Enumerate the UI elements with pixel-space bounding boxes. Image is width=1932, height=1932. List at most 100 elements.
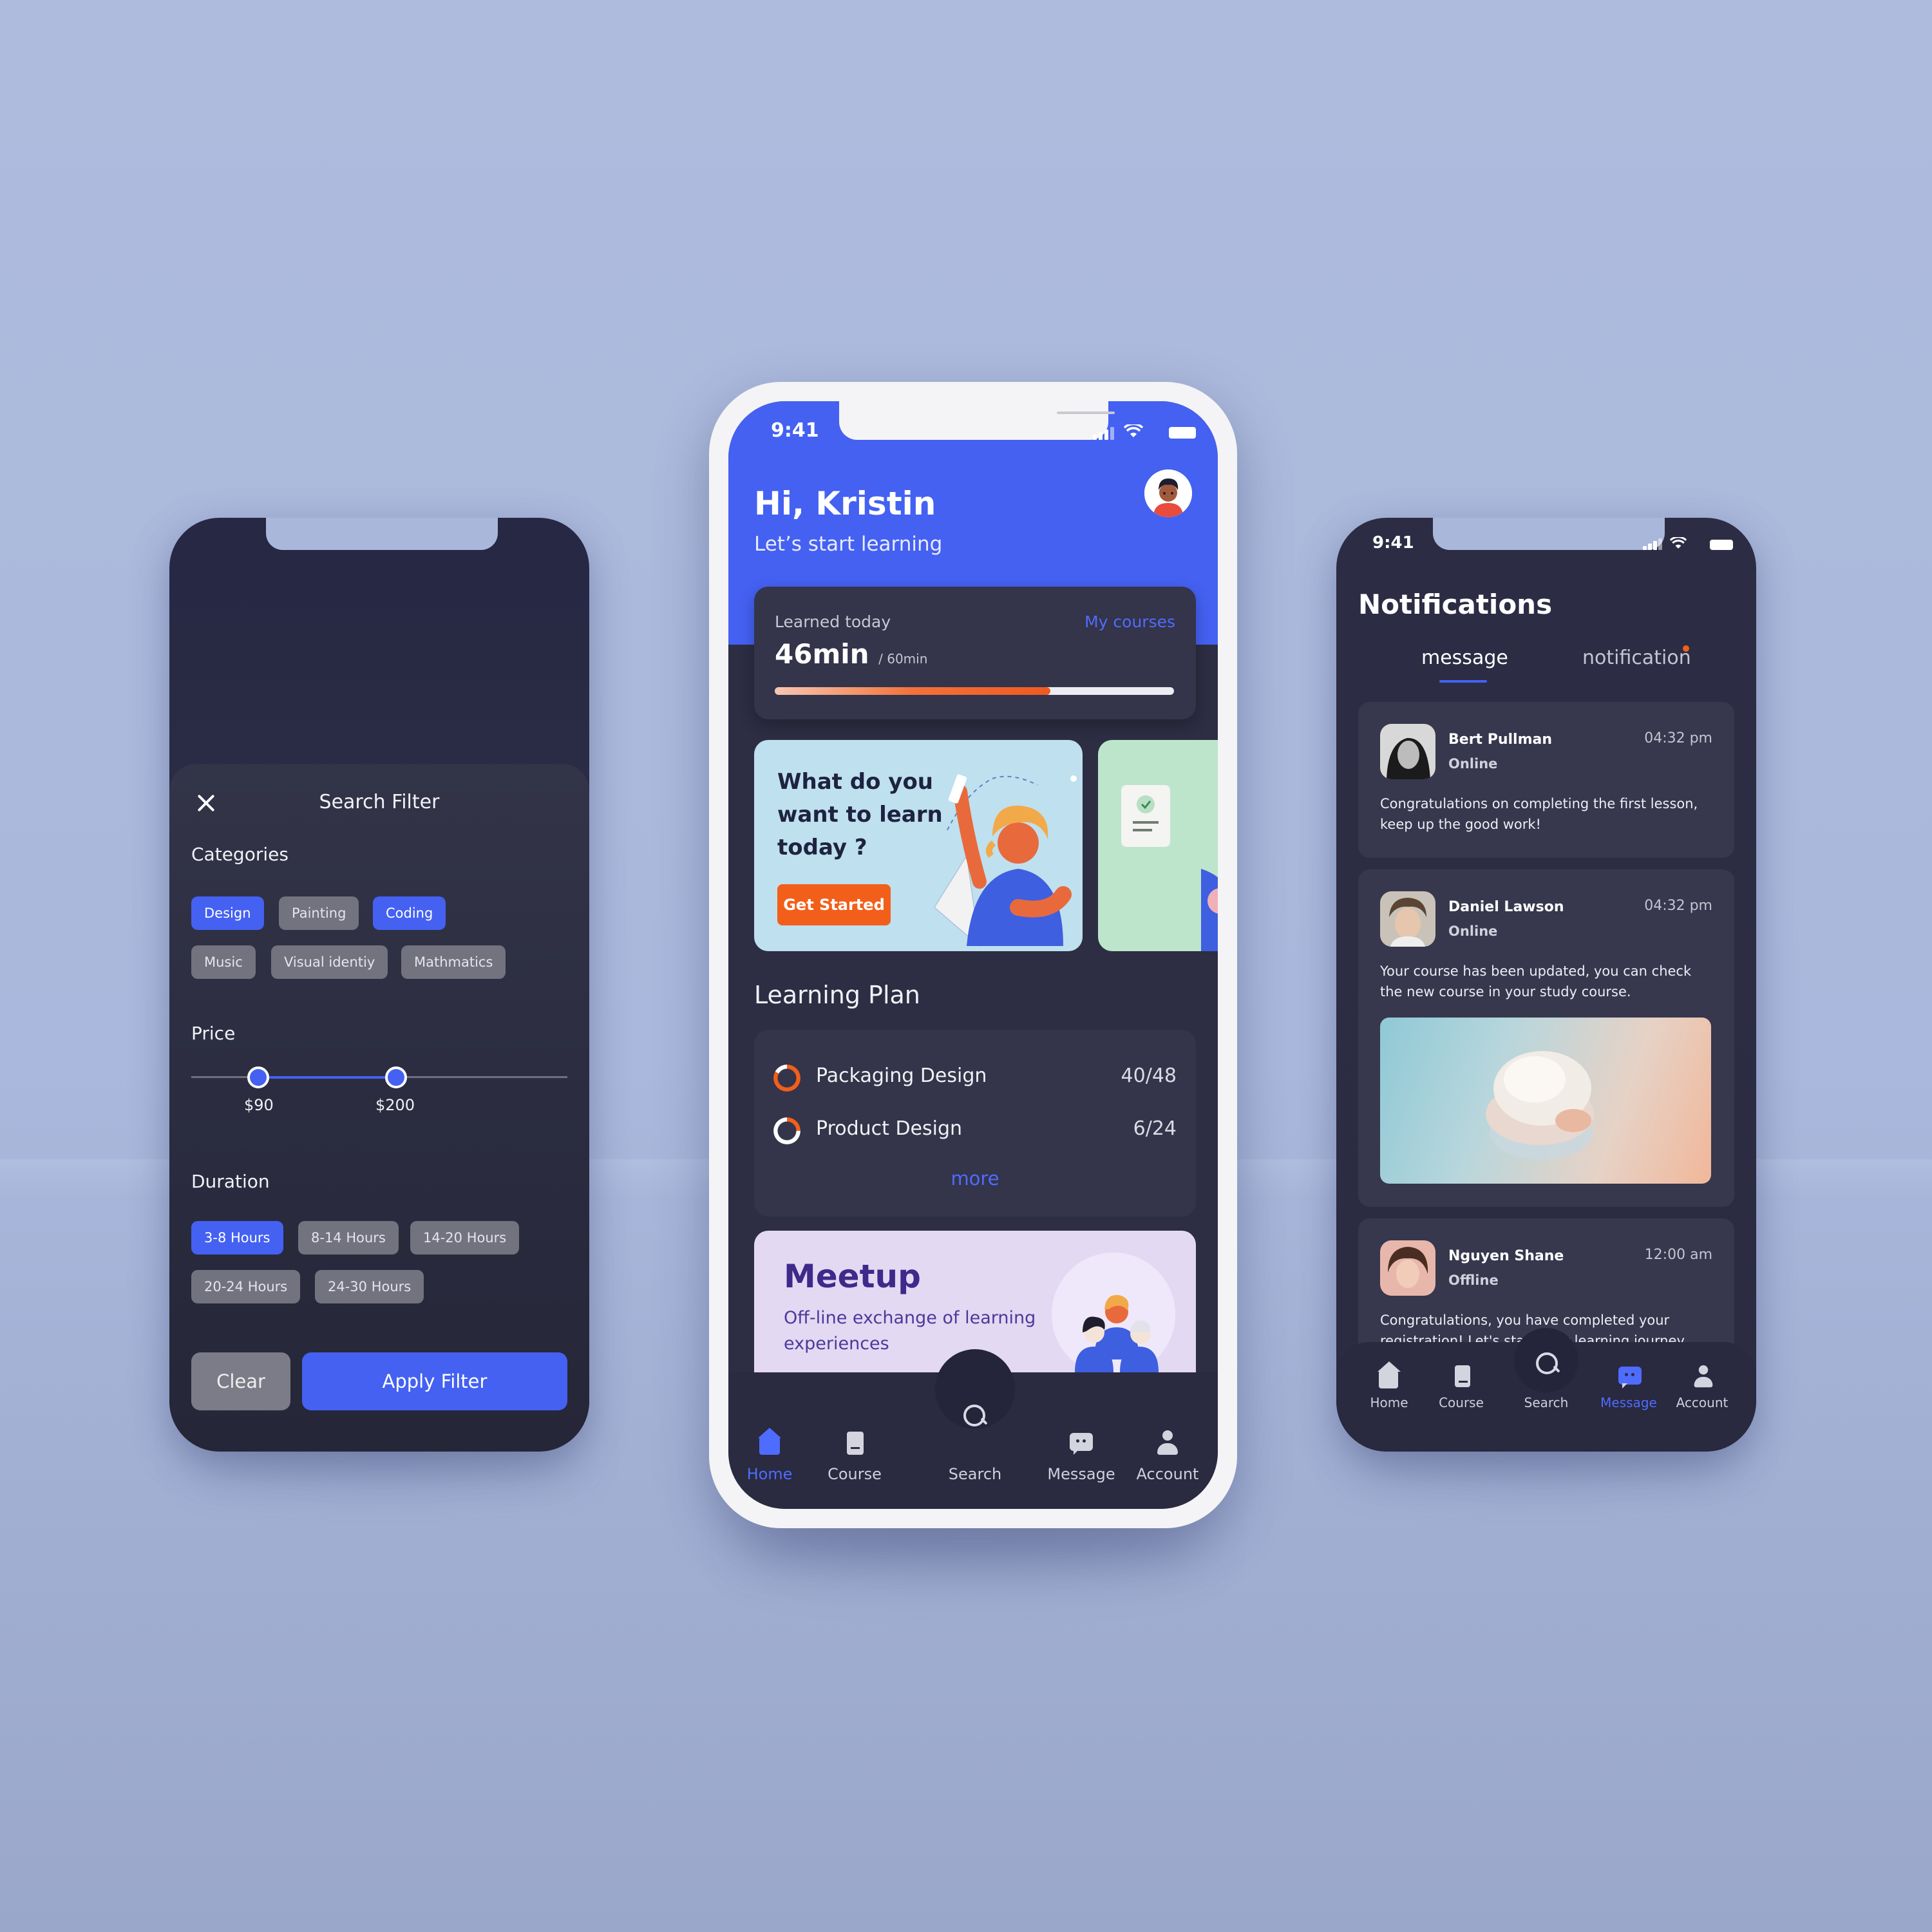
sender-name: Daniel Lawson bbox=[1448, 899, 1564, 915]
tab-search[interactable]: Search bbox=[1514, 1351, 1578, 1410]
user-icon-shape bbox=[1692, 1365, 1715, 1388]
apply-filter-button[interactable]: Apply Filter bbox=[302, 1352, 567, 1410]
phone-notch bbox=[266, 518, 498, 550]
tab-account[interactable]: Account bbox=[1670, 1364, 1734, 1410]
tab-message[interactable]: Message bbox=[1043, 1430, 1120, 1483]
user-icon bbox=[1155, 1430, 1180, 1456]
message-card[interactable]: Bert Pullman Online 04:32 pm Congratulat… bbox=[1358, 702, 1734, 858]
price-min-value: $90 bbox=[244, 1096, 274, 1114]
signal-icon bbox=[1648, 544, 1652, 550]
user-icon-shape bbox=[1155, 1430, 1180, 1456]
promo-card[interactable]: What do you want to learn today ? Get St… bbox=[754, 740, 1083, 951]
notifications-phone: 9:41 Notifications message notification … bbox=[1336, 518, 1756, 1452]
message-icon bbox=[1617, 1364, 1642, 1388]
plan-item-count: 40/48 bbox=[1121, 1065, 1177, 1087]
tab-label: Home bbox=[746, 1465, 793, 1483]
home-icon bbox=[1378, 1361, 1401, 1388]
learner-illustration bbox=[934, 774, 1077, 947]
phone-notch bbox=[839, 401, 1115, 440]
book-icon bbox=[1450, 1364, 1473, 1387]
meetup-subtitle: Off-line exchange of learning experience… bbox=[784, 1308, 1036, 1354]
plan-item[interactable]: Packaging Design 40/48 bbox=[773, 1061, 1177, 1093]
status-icons bbox=[1643, 537, 1733, 550]
book-icon-shape bbox=[1455, 1365, 1470, 1387]
price-label: Price bbox=[191, 1023, 236, 1044]
filter-phone: Search Filter Categories Design Painting… bbox=[169, 518, 589, 1452]
greeting-subtitle: Let’s start learning bbox=[754, 533, 943, 556]
category-chip[interactable]: Visual identiy bbox=[271, 945, 388, 979]
promo-card-secondary[interactable] bbox=[1098, 740, 1218, 951]
tab-course[interactable]: Course bbox=[816, 1430, 893, 1483]
tab-notification[interactable]: notification bbox=[1582, 647, 1691, 669]
duration-chip[interactable]: 3-8 Hours bbox=[191, 1221, 283, 1255]
tab-label: Account bbox=[1136, 1465, 1199, 1483]
message-time: 12:00 am bbox=[1644, 1247, 1712, 1263]
my-courses-link[interactable]: My courses bbox=[1084, 612, 1175, 631]
battery-icon bbox=[1169, 427, 1196, 439]
category-chip[interactable]: Coding bbox=[373, 896, 446, 930]
duration-chip[interactable]: 8-14 Hours bbox=[298, 1221, 399, 1255]
search-icon bbox=[962, 1403, 988, 1429]
plan-item[interactable]: Product Design 6/24 bbox=[773, 1113, 1177, 1146]
duration-chip[interactable]: 24-30 Hours bbox=[315, 1270, 424, 1303]
signal-icon bbox=[1643, 546, 1647, 550]
learned-minutes: 46min bbox=[775, 638, 869, 670]
tab-label: Course bbox=[828, 1465, 882, 1483]
progress-ring-icon bbox=[773, 1117, 800, 1144]
duration-chip[interactable]: 20-24 Hours bbox=[191, 1270, 301, 1303]
tab-message[interactable]: message bbox=[1421, 647, 1508, 669]
battery-icon bbox=[1710, 540, 1733, 550]
category-chip[interactable]: Painting bbox=[279, 896, 359, 930]
clear-button[interactable]: Clear bbox=[191, 1352, 290, 1410]
tab-label: Message bbox=[1600, 1395, 1657, 1410]
price-min-handle[interactable] bbox=[247, 1066, 269, 1088]
sender-status: Offline bbox=[1448, 1273, 1499, 1288]
learned-goal: / 60min bbox=[878, 651, 928, 667]
tab-search[interactable]: Search bbox=[936, 1403, 1014, 1483]
avatar bbox=[1380, 724, 1435, 779]
tab-label: Search bbox=[948, 1465, 1002, 1483]
message-icon-shape bbox=[1618, 1367, 1642, 1388]
avatar bbox=[1380, 891, 1435, 947]
duration-chip[interactable]: 14-20 Hours bbox=[410, 1221, 520, 1255]
learning-plan-title: Learning Plan bbox=[754, 981, 920, 1009]
signal-icon bbox=[1658, 538, 1662, 550]
category-chip[interactable]: Mathmatics bbox=[401, 945, 506, 979]
user-icon bbox=[1690, 1364, 1715, 1388]
message-card[interactable]: Daniel Lawson Online 04:32 pm Your cours… bbox=[1358, 869, 1734, 1207]
meetup-illustration bbox=[1052, 1253, 1175, 1376]
sender-name: Nguyen Shane bbox=[1448, 1248, 1564, 1264]
plan-item-count: 6/24 bbox=[1133, 1117, 1177, 1140]
learned-today-label: Learned today bbox=[775, 612, 891, 631]
search-icon-shape bbox=[963, 1405, 987, 1428]
book-icon bbox=[842, 1430, 867, 1456]
sender-name: Bert Pullman bbox=[1448, 732, 1553, 748]
message-icon bbox=[1068, 1430, 1094, 1456]
status-time: 9:41 bbox=[1372, 533, 1414, 553]
greeting-title: Hi, Kristin bbox=[754, 485, 936, 522]
message-icon-shape bbox=[1070, 1433, 1093, 1455]
price-max-value: $200 bbox=[375, 1096, 415, 1114]
learned-today-value: 46min / 60min bbox=[775, 638, 927, 670]
tab-home[interactable]: Home bbox=[1357, 1361, 1421, 1410]
get-started-button[interactable]: Get Started bbox=[777, 884, 891, 925]
abstract-3d-shape bbox=[1486, 1051, 1594, 1159]
tab-course[interactable]: Course bbox=[1429, 1364, 1493, 1410]
message-text: Your course has been updated, you can ch… bbox=[1380, 963, 1692, 999]
tab-label: Course bbox=[1439, 1395, 1484, 1410]
category-chip[interactable]: Music bbox=[191, 945, 256, 979]
avatar[interactable] bbox=[1144, 469, 1192, 517]
tab-home[interactable]: Home bbox=[731, 1428, 808, 1483]
tab-account[interactable]: Account bbox=[1129, 1430, 1206, 1483]
tab-message[interactable]: Message bbox=[1596, 1364, 1661, 1410]
search-filter-sheet: Search Filter Categories Design Painting… bbox=[169, 764, 589, 1452]
search-icon-shape bbox=[1536, 1352, 1559, 1376]
price-max-handle[interactable] bbox=[385, 1066, 407, 1088]
page-title: Notifications bbox=[1358, 589, 1553, 620]
progress-ring-icon bbox=[773, 1065, 800, 1092]
avatar-photo bbox=[1380, 1240, 1435, 1296]
category-chip[interactable]: Design bbox=[191, 896, 264, 930]
course-preview-image[interactable] bbox=[1380, 1018, 1711, 1184]
status-icons bbox=[1093, 424, 1196, 440]
more-link[interactable]: more bbox=[754, 1168, 1196, 1189]
